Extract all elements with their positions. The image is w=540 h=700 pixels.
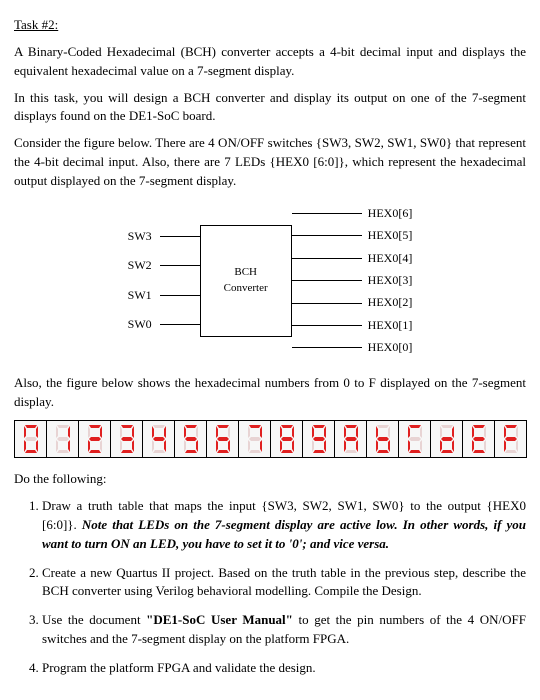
intro-p3: Consider the figure below. There are 4 O… bbox=[14, 134, 526, 191]
seven-seg-1 bbox=[47, 420, 79, 458]
seven-seg-A bbox=[335, 420, 367, 458]
intro-p1: A Binary-Coded Hexadecimal (BCH) convert… bbox=[14, 43, 526, 81]
diagram-outputs: HEX0[6] HEX0[5] HEX0[4] HEX0[3] HEX0[2] … bbox=[292, 205, 413, 357]
output-hex04: HEX0[4] bbox=[368, 250, 413, 267]
input-sw2: SW2 bbox=[128, 257, 160, 274]
seven-segment-row bbox=[14, 420, 527, 458]
box-label-2: Converter bbox=[224, 281, 268, 297]
input-sw0: SW0 bbox=[128, 316, 160, 333]
task-item-4: Program the platform FPGA and validate t… bbox=[42, 659, 526, 678]
seven-seg-0 bbox=[15, 420, 47, 458]
intro-p4: Also, the figure below shows the hexadec… bbox=[14, 374, 526, 412]
seven-seg-5 bbox=[175, 420, 207, 458]
box-label-1: BCH bbox=[234, 265, 257, 281]
seven-seg-4 bbox=[143, 420, 175, 458]
output-hex03: HEX0[3] bbox=[368, 272, 413, 289]
seven-seg-6 bbox=[207, 420, 239, 458]
output-hex02: HEX0[2] bbox=[368, 294, 413, 311]
output-hex00: HEX0[0] bbox=[368, 339, 413, 356]
block-diagram: SW3 SW2 SW1 SW0 BCH Converter HEX0[6] HE… bbox=[14, 205, 526, 357]
seven-seg-C bbox=[399, 420, 431, 458]
intro-p2: In this task, you will design a BCH conv… bbox=[14, 89, 526, 127]
seven-seg-d bbox=[431, 420, 463, 458]
diagram-inputs: SW3 SW2 SW1 SW0 bbox=[128, 228, 200, 334]
seven-seg-F bbox=[495, 420, 527, 458]
output-hex01: HEX0[1] bbox=[368, 317, 413, 334]
task-title: Task #2: bbox=[14, 16, 526, 35]
task-item-2: Create a new Quartus II project. Based o… bbox=[42, 564, 526, 602]
do-following: Do the following: bbox=[14, 470, 526, 489]
output-hex05: HEX0[5] bbox=[368, 227, 413, 244]
task-item-1: Draw a truth table that maps the input {… bbox=[42, 497, 526, 554]
seven-seg-9 bbox=[303, 420, 335, 458]
task-list: Draw a truth table that maps the input {… bbox=[14, 497, 526, 678]
input-sw3: SW3 bbox=[128, 228, 160, 245]
seven-seg-3 bbox=[111, 420, 143, 458]
seven-seg-2 bbox=[79, 420, 111, 458]
seven-seg-E bbox=[463, 420, 495, 458]
seven-seg-8 bbox=[271, 420, 303, 458]
output-hex06: HEX0[6] bbox=[368, 205, 413, 222]
task-item-3: Use the document "DE1-SoC User Manual" t… bbox=[42, 611, 526, 649]
bch-box: BCH Converter bbox=[200, 225, 292, 337]
input-sw1: SW1 bbox=[128, 287, 160, 304]
seven-seg-b bbox=[367, 420, 399, 458]
seven-seg-7 bbox=[239, 420, 271, 458]
